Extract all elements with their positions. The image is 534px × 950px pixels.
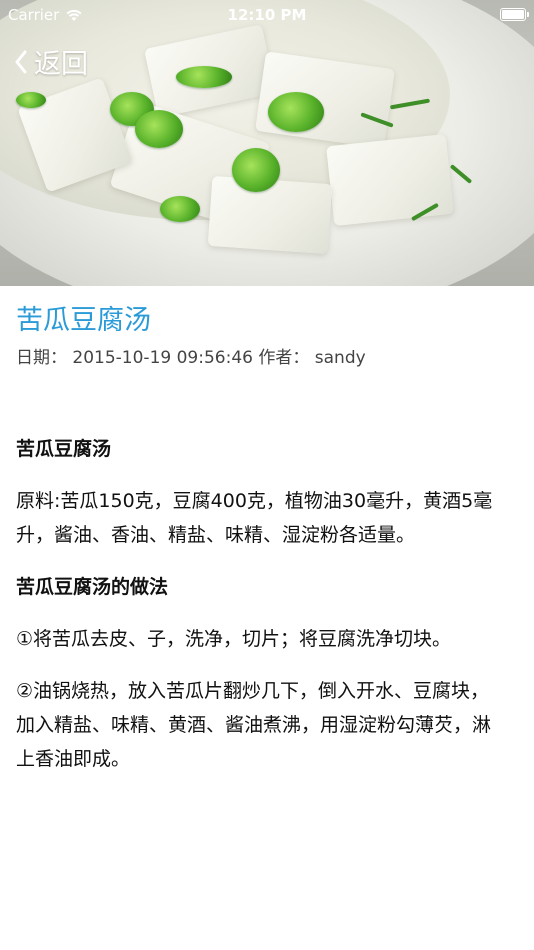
section-heading: 苦瓜豆腐汤	[16, 438, 112, 460]
back-button-label: 返回	[34, 49, 88, 80]
status-time: 12:10 PM	[227, 6, 307, 24]
date-label: 日期：	[16, 348, 67, 368]
ingredients-paragraph: 原料:苦瓜150克，豆腐400克，植物油30毫升，黄酒5毫升，酱油、香油、精盐、…	[16, 490, 493, 546]
scallion-piece	[16, 92, 46, 108]
author-label: 作者：	[258, 348, 310, 368]
article-body: 苦瓜豆腐汤 原料:苦瓜150克，豆腐400克，植物油30毫升，黄酒5毫升，酱油、…	[16, 432, 494, 794]
date-value: 2015-10-19 09:56:46	[72, 348, 253, 368]
scallion-piece	[160, 196, 200, 222]
article-meta: 日期： 2015-10-19 09:56:46 作者： sandy	[16, 343, 366, 368]
recipe-detail-screen: Carrier 12:10 PM 返回 苦瓜豆腐汤 日期： 2015-10-19…	[0, 0, 534, 950]
tofu-piece	[326, 133, 454, 227]
recipe-title: 苦瓜豆腐汤	[16, 305, 151, 336]
chevron-left-icon	[15, 50, 27, 73]
scallion-piece	[135, 110, 183, 148]
battery-icon	[500, 8, 529, 21]
section-heading: 苦瓜豆腐汤的做法	[16, 576, 169, 598]
back-button[interactable]: 返回	[14, 42, 88, 81]
status-bar: Carrier 12:10 PM	[0, 0, 534, 30]
author-value: sandy	[314, 348, 366, 368]
step-paragraph: ②油锅烧热，放入苦瓜片翻炒几下，倒入开水、豆腐块，加入精盐、味精、黄酒、酱油煮沸…	[16, 680, 492, 770]
scallion-piece	[176, 66, 232, 88]
scallion-piece	[268, 92, 324, 132]
scallion-piece	[232, 148, 280, 192]
step-paragraph: ①将苦瓜去皮、子，洗净，切片；将豆腐洗净切块。	[16, 628, 452, 650]
